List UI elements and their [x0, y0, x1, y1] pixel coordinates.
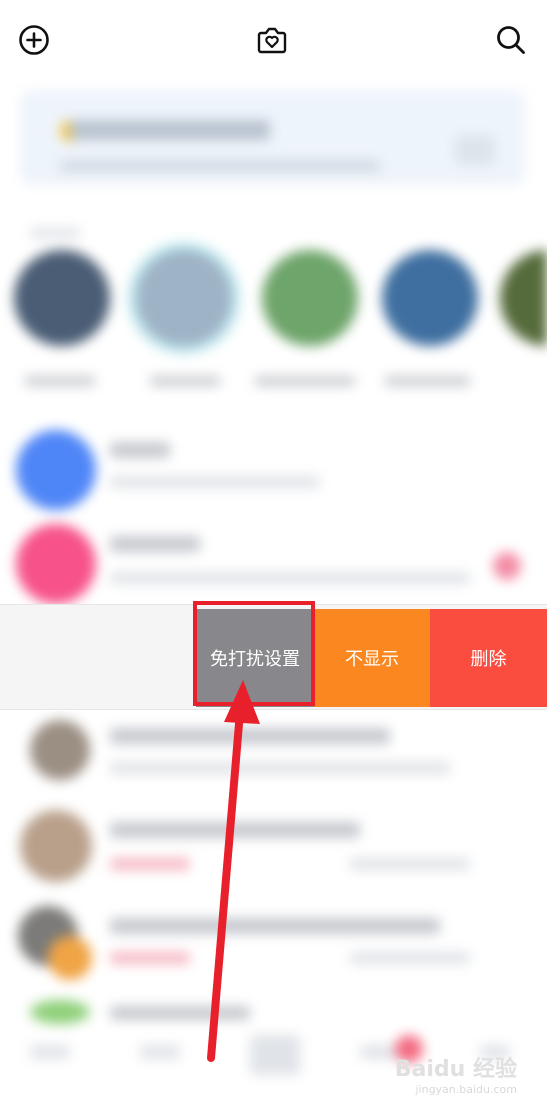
chat-avatar[interactable]: [20, 810, 92, 882]
story-avatar[interactable]: [136, 250, 232, 346]
heart-camera-icon[interactable]: [255, 23, 289, 57]
plus-circle-icon[interactable]: [18, 24, 50, 56]
chat-avatar[interactable]: [16, 430, 96, 510]
hide-button[interactable]: 不显示: [314, 609, 430, 707]
chat-avatar[interactable]: [16, 524, 96, 604]
search-icon[interactable]: [495, 24, 527, 56]
notice-banner: [20, 90, 525, 185]
watermark-url: jingyan.baidu.com: [415, 1083, 517, 1096]
do-not-disturb-label: 免打扰设置: [210, 649, 300, 670]
watermark-brand: Baidu 经验: [394, 1057, 517, 1082]
story-avatar[interactable]: [14, 250, 110, 346]
story-avatar[interactable]: [262, 250, 358, 346]
hide-label: 不显示: [345, 649, 399, 670]
delete-label: 删除: [470, 649, 507, 670]
watermark: Baidu 经验 jingyan.baidu.com: [395, 1051, 517, 1096]
story-avatar[interactable]: [500, 250, 547, 346]
do-not-disturb-button[interactable]: 免打扰设置: [196, 609, 314, 707]
story-avatar[interactable]: [382, 250, 478, 346]
swiped-chat-row: 免打扰设置 不显示 删除: [0, 604, 547, 710]
blurred-chat-list: [0, 80, 547, 1120]
top-bar: [0, 0, 547, 80]
chat-avatar[interactable]: [30, 720, 90, 780]
delete-button[interactable]: 删除: [430, 609, 547, 707]
